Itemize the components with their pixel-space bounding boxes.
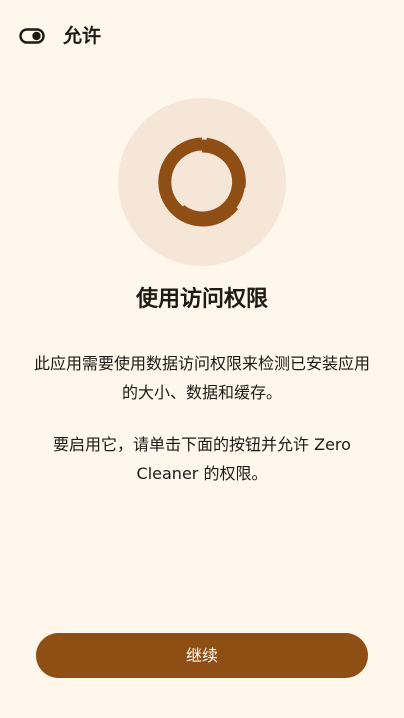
top-app-bar: 允许	[0, 0, 404, 72]
hero-illustration	[118, 98, 286, 266]
toggle-icon	[19, 28, 45, 44]
donut-progress-icon	[158, 137, 246, 227]
permission-instructions: 要启用它，请单击下面的按钮并允许 Zero Cleaner 的权限。	[53, 435, 351, 483]
page-title: 允许	[63, 25, 102, 47]
permission-description: 此应用需要使用数据访问权限来检测已安装应用的大小、数据和缓存。	[34, 354, 371, 402]
continue-button[interactable]: 继续	[36, 633, 368, 678]
permission-title: 使用访问权限	[135, 287, 268, 312]
